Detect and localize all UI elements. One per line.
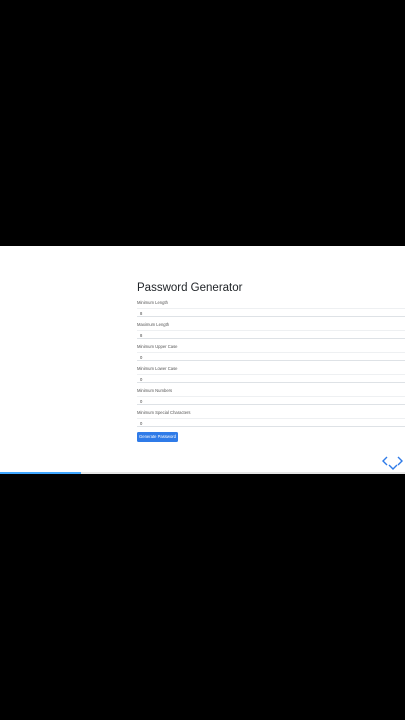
min-numbers-value: 0 [140, 398, 143, 404]
min-lower-case-input[interactable]: 0 [137, 374, 405, 383]
min-length-input[interactable]: 8 [137, 308, 405, 317]
min-special-characters-label: Minimum Special Characters [137, 410, 191, 415]
chevron-down-icon[interactable] [388, 462, 398, 472]
min-numbers-input[interactable]: 0 [137, 396, 405, 405]
max-length-label: Maximum Length [137, 322, 170, 327]
letterbox-bottom [0, 474, 405, 720]
min-length-value: 8 [140, 310, 143, 316]
min-special-characters-input[interactable]: 0 [137, 418, 405, 427]
min-lower-case-label: Minimum Lower Case [137, 366, 178, 371]
max-length-value: 8 [140, 332, 143, 338]
letterbox-top [0, 0, 405, 246]
min-lower-case-value: 0 [140, 376, 143, 382]
page-title: Password Generator [137, 282, 243, 294]
min-special-characters-value: 0 [140, 420, 143, 426]
min-upper-case-value: 0 [140, 354, 143, 360]
min-numbers-label: Minimum Numbers [137, 388, 173, 393]
generate-password-button[interactable]: Generate Password [137, 432, 178, 442]
min-length-label: Minimum Length [137, 300, 168, 305]
min-upper-case-input[interactable]: 0 [137, 352, 405, 361]
max-length-input[interactable]: 8 [137, 330, 405, 339]
min-upper-case-label: Minimum Upper Case [137, 344, 178, 349]
